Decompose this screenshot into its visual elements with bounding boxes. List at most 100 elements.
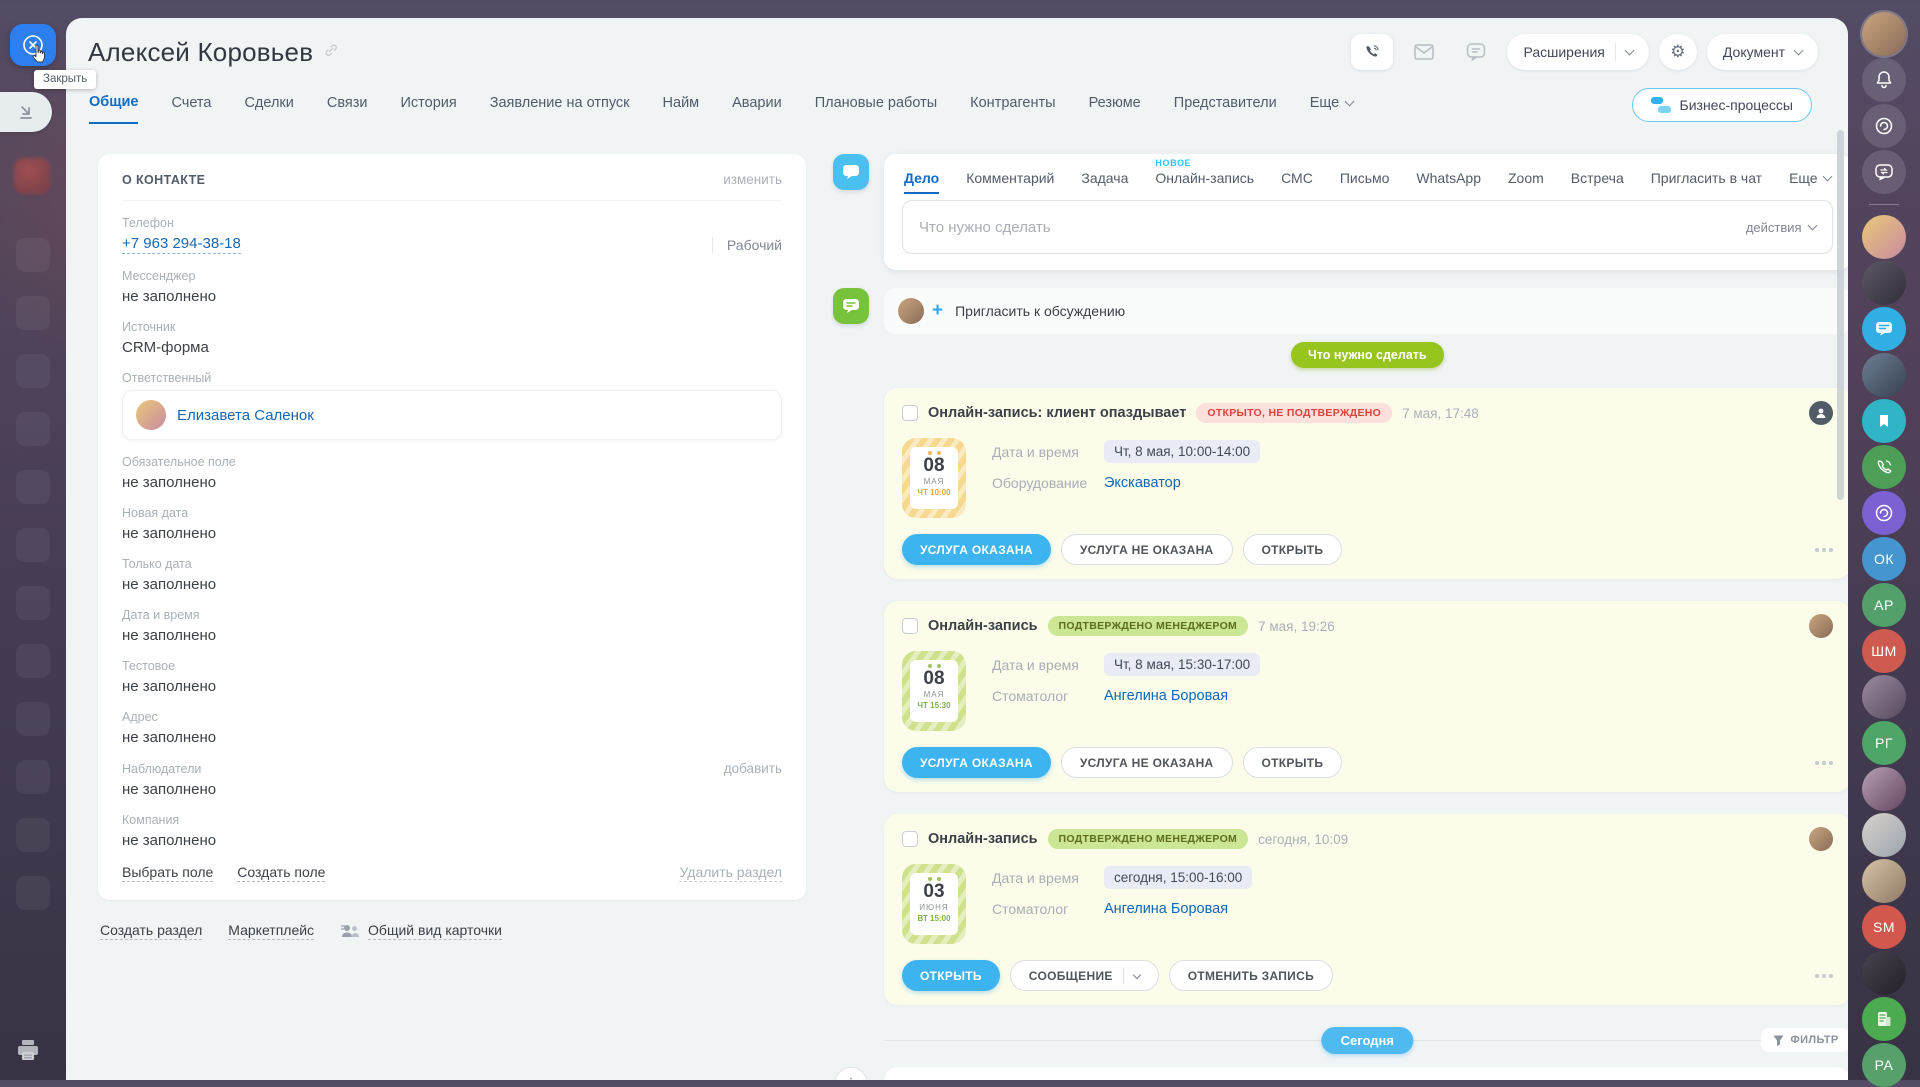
composer-tab-invite-to-chat[interactable]: Пригласить в чат: [1651, 170, 1762, 186]
history-spiral-button[interactable]: [1862, 104, 1906, 148]
chat-avatar[interactable]: [1862, 353, 1906, 397]
cancel-booking-button[interactable]: ОТМЕНИТЬ ЗАПИСЬ: [1169, 960, 1333, 991]
tab-resume[interactable]: Резюме: [1089, 95, 1141, 123]
tab-relations[interactable]: Связи: [327, 95, 368, 123]
chat-initials[interactable]: ОК: [1862, 537, 1906, 581]
todo-input[interactable]: [919, 219, 1746, 236]
tab-hiring[interactable]: Найм: [663, 95, 700, 123]
tab-more[interactable]: Еще: [1310, 95, 1354, 123]
chevron-down-icon: [1624, 46, 1634, 56]
create-field-link[interactable]: Создать поле: [237, 864, 325, 882]
tab-general[interactable]: Общие: [89, 94, 138, 124]
rail-divider: [1869, 204, 1899, 205]
composer-tab-deal[interactable]: Дело: [904, 170, 939, 186]
sidebar-dim-icon: [16, 702, 50, 736]
today-pill[interactable]: Сегодня: [1322, 1027, 1413, 1054]
composer-tab-more[interactable]: Еще: [1789, 170, 1831, 186]
more-menu-icon[interactable]: [1815, 761, 1833, 765]
chat-avatar[interactable]: [1862, 859, 1906, 903]
add-observer-link[interactable]: добавить: [724, 761, 782, 776]
call-button[interactable]: [1351, 34, 1393, 70]
chat-avatar[interactable]: [1862, 261, 1906, 305]
extensions-button[interactable]: Расширения: [1507, 34, 1648, 70]
chat-initials[interactable]: ШМ: [1862, 629, 1906, 673]
specialist-link[interactable]: Ангелина Боровая: [1104, 901, 1228, 917]
chat-button[interactable]: [1455, 34, 1497, 70]
open-button[interactable]: ОТКРЫТЬ: [902, 960, 1000, 991]
chat-avatar[interactable]: [1862, 951, 1906, 995]
open-button[interactable]: ОТКРЫТЬ: [1243, 534, 1343, 565]
open-button[interactable]: ОТКРЫТЬ: [1243, 747, 1343, 778]
message-dropdown-button[interactable]: СООБЩЕНИЕ: [1010, 960, 1159, 991]
composer-tab-comment[interactable]: Комментарий: [966, 170, 1054, 186]
card-view-link[interactable]: Общий вид карточки: [340, 922, 502, 940]
resource-link[interactable]: Экскаватор: [1104, 475, 1181, 491]
copy-link-icon[interactable]: [323, 42, 339, 63]
service-not-rendered-button[interactable]: УСЛУГА НЕ ОКАЗАНА: [1061, 747, 1233, 778]
chat-avatar[interactable]: [1862, 813, 1906, 857]
responsible-user-box[interactable]: Елизавета Саленок: [122, 390, 782, 440]
chat-initials[interactable]: SM: [1862, 905, 1906, 949]
calls-button[interactable]: [1862, 445, 1906, 489]
composer-tab-meeting[interactable]: Встреча: [1571, 170, 1624, 186]
edit-link[interactable]: изменить: [723, 172, 782, 187]
activity-checkbox[interactable]: [902, 405, 918, 421]
chat-avatar[interactable]: [1862, 675, 1906, 719]
composer-tab-task[interactable]: Задача: [1081, 170, 1128, 186]
email-button[interactable]: [1403, 34, 1445, 70]
tab-bar: Общие Счета Сделки Связи История Заявлен…: [66, 70, 1848, 130]
general-chat-button[interactable]: [1862, 307, 1906, 351]
collapse-slider-button[interactable]: [0, 92, 52, 132]
activity-checkbox[interactable]: [902, 618, 918, 634]
create-section-link[interactable]: Создать раздел: [100, 922, 202, 940]
tab-invoices[interactable]: Счета: [171, 95, 211, 123]
settings-button[interactable]: ⚙: [1659, 34, 1697, 70]
delete-section-link[interactable]: Удалить раздел: [679, 864, 782, 882]
marketplace-link[interactable]: Маркетплейс: [228, 922, 314, 940]
scrollbar-thumb[interactable]: [1837, 130, 1844, 500]
tab-accidents[interactable]: Аварии: [732, 95, 782, 123]
service-rendered-button[interactable]: УСЛУГА ОКАЗАНА: [902, 534, 1051, 565]
composer-tabs: Дело Комментарий Задача НОВОЕ Онлайн-зап…: [904, 170, 1831, 186]
channel-spiral-button[interactable]: [1862, 491, 1906, 535]
invite-to-discussion-row[interactable]: + Пригласить к обсуждению: [884, 288, 1848, 334]
tab-representatives[interactable]: Представители: [1174, 95, 1277, 123]
business-processes-button[interactable]: Бизнес-процессы: [1632, 88, 1812, 122]
field-datetime: Дата и время не заполнено: [122, 608, 782, 644]
tab-deals[interactable]: Сделки: [244, 95, 293, 123]
plus-icon[interactable]: +: [932, 300, 943, 322]
more-menu-icon[interactable]: [1815, 974, 1833, 978]
composer-tab-zoom[interactable]: Zoom: [1508, 170, 1544, 186]
tab-counterparties[interactable]: Контрагенты: [970, 95, 1055, 123]
company-structure-button[interactable]: [1862, 997, 1906, 1041]
tab-planned-works[interactable]: Плановые работы: [815, 95, 937, 123]
filter-button[interactable]: ФИЛЬТР: [1761, 1028, 1848, 1052]
phone-link[interactable]: +7 963 294-38-18: [122, 235, 241, 254]
document-button[interactable]: Документ: [1707, 34, 1818, 70]
notifications-button[interactable]: [1862, 58, 1906, 102]
chat-initials[interactable]: АР: [1862, 583, 1906, 627]
actions-dropdown[interactable]: действия: [1746, 220, 1816, 235]
composer-tab-online-booking[interactable]: НОВОЕ Онлайн-запись: [1155, 170, 1254, 186]
composer-tab-whatsapp[interactable]: WhatsApp: [1416, 170, 1481, 186]
current-user-avatar[interactable]: [1862, 12, 1906, 56]
chat-initials[interactable]: РГ: [1862, 721, 1906, 765]
chat-avatar[interactable]: [1862, 767, 1906, 811]
service-not-rendered-button[interactable]: УСЛУГА НЕ ОКАЗАНА: [1061, 534, 1233, 565]
service-rendered-button[interactable]: УСЛУГА ОКАЗАНА: [902, 747, 1051, 778]
saved-messages-button[interactable]: [1862, 399, 1906, 443]
chat-initials[interactable]: РА: [1862, 1043, 1906, 1087]
tab-history[interactable]: История: [401, 95, 457, 123]
tab-vacation-request[interactable]: Заявление на отпуск: [490, 95, 630, 123]
responsible-name-link[interactable]: Елизавета Саленок: [177, 407, 314, 424]
activity-checkbox[interactable]: [902, 831, 918, 847]
people-icon: [340, 924, 360, 938]
more-menu-icon[interactable]: [1815, 548, 1833, 552]
specialist-link[interactable]: Ангелина Боровая: [1104, 688, 1228, 704]
composer-tab-email[interactable]: Письмо: [1340, 170, 1390, 186]
chat-transfer-button[interactable]: [1862, 150, 1906, 194]
chat-avatar[interactable]: [1862, 215, 1906, 259]
select-field-link[interactable]: Выбрать поле: [122, 864, 213, 882]
composer-tab-sms[interactable]: СМС: [1281, 170, 1313, 186]
printer-icon[interactable]: [16, 1039, 40, 1066]
